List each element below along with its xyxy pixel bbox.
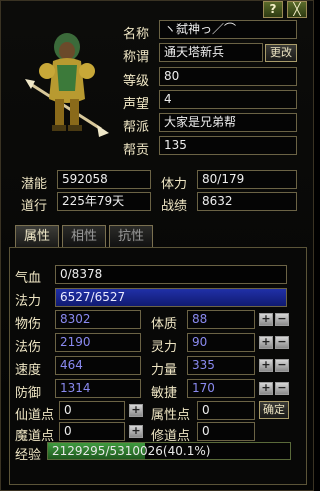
cultivation-field: 225年79天 xyxy=(57,192,151,211)
strength-field: 335 xyxy=(187,356,255,375)
level-field: 80 xyxy=(159,67,297,86)
contribution-label: 帮贡 xyxy=(123,143,150,158)
agility-label: 敏捷 xyxy=(151,386,178,401)
defense-field: 1314 xyxy=(55,379,141,398)
hp-label: 气血 xyxy=(15,271,42,286)
magic-atk-label: 法伤 xyxy=(15,340,42,355)
prestige-field: 4 xyxy=(159,90,297,109)
phys-atk-label: 物伤 xyxy=(15,317,42,332)
magic-atk-field: 2190 xyxy=(55,333,141,352)
character-panel: ? ╳ 名称 ヽ弑神っ／⌒ 称谓 通天塔新兵 更改 等级 80 声望 4 帮派 … xyxy=(0,0,314,491)
close-button[interactable]: ╳ xyxy=(287,1,307,18)
exp-bar: 2129295/5310026(40.1%) xyxy=(47,442,291,460)
defense-label: 防御 xyxy=(15,386,42,401)
prestige-label: 声望 xyxy=(123,97,150,112)
attr-points-field: 0 xyxy=(197,401,255,420)
change-title-button[interactable]: 更改 xyxy=(265,44,297,62)
guild-field: 大家是兄弟帮 xyxy=(159,113,297,132)
title-label: 称谓 xyxy=(123,50,150,65)
title-field: 通天塔新兵 xyxy=(159,43,263,62)
demon-points-field: 0 xyxy=(59,422,125,441)
spirit-field: 90 xyxy=(187,333,255,352)
potential-label: 潜能 xyxy=(21,177,48,192)
tab-resistance[interactable]: 抗性 xyxy=(109,225,153,247)
constitution-minus-icon[interactable]: − xyxy=(275,313,289,326)
potential-field: 592058 xyxy=(57,170,151,189)
speed-field: 464 xyxy=(55,356,141,375)
name-label: 名称 xyxy=(123,27,150,42)
agility-field: 170 xyxy=(187,379,255,398)
strength-minus-icon[interactable]: − xyxy=(275,359,289,372)
immortal-points-plus-icon[interactable]: + xyxy=(129,404,143,417)
confirm-button[interactable]: 确定 xyxy=(259,401,289,419)
immortal-points-label: 仙道点 xyxy=(15,408,55,423)
help-button[interactable]: ? xyxy=(263,1,283,18)
mana-label: 法力 xyxy=(15,294,42,309)
tab-attributes[interactable]: 属性 xyxy=(15,225,59,247)
constitution-plus-icon[interactable]: + xyxy=(259,313,273,326)
spirit-minus-icon[interactable]: − xyxy=(275,336,289,349)
stamina-label: 体力 xyxy=(161,177,188,192)
cultivation-label: 道行 xyxy=(21,199,48,214)
name-field: ヽ弑神っ／⌒ xyxy=(159,20,297,39)
constitution-field: 88 xyxy=(187,310,255,329)
hp-field: 0/8378 xyxy=(55,265,287,284)
tab-affinity[interactable]: 相性 xyxy=(62,225,106,247)
level-label: 等级 xyxy=(123,74,150,89)
merit-field: 8632 xyxy=(197,192,297,211)
strength-label: 力量 xyxy=(151,363,178,378)
contribution-field: 135 xyxy=(159,136,297,155)
mana-bar: 6527/6527 xyxy=(55,288,287,307)
stamina-field: 80/179 xyxy=(197,170,297,189)
exp-text: 2129295/5310026(40.1%) xyxy=(52,444,211,458)
spirit-plus-icon[interactable]: + xyxy=(259,336,273,349)
guild-label: 帮派 xyxy=(123,120,150,135)
attr-points-label: 属性点 xyxy=(151,408,191,423)
merit-label: 战绩 xyxy=(161,199,188,214)
cultivation-points-field: 0 xyxy=(197,422,255,441)
phys-atk-field: 8302 xyxy=(55,310,141,329)
spirit-label: 灵力 xyxy=(151,340,178,355)
speed-label: 速度 xyxy=(15,363,42,378)
immortal-points-field: 0 xyxy=(59,401,125,420)
character-portrait xyxy=(25,33,109,137)
demon-points-plus-icon[interactable]: + xyxy=(129,425,143,438)
exp-label: 经验 xyxy=(15,448,42,463)
strength-plus-icon[interactable]: + xyxy=(259,359,273,372)
agility-minus-icon[interactable]: − xyxy=(275,382,289,395)
constitution-label: 体质 xyxy=(151,317,178,332)
agility-plus-icon[interactable]: + xyxy=(259,382,273,395)
